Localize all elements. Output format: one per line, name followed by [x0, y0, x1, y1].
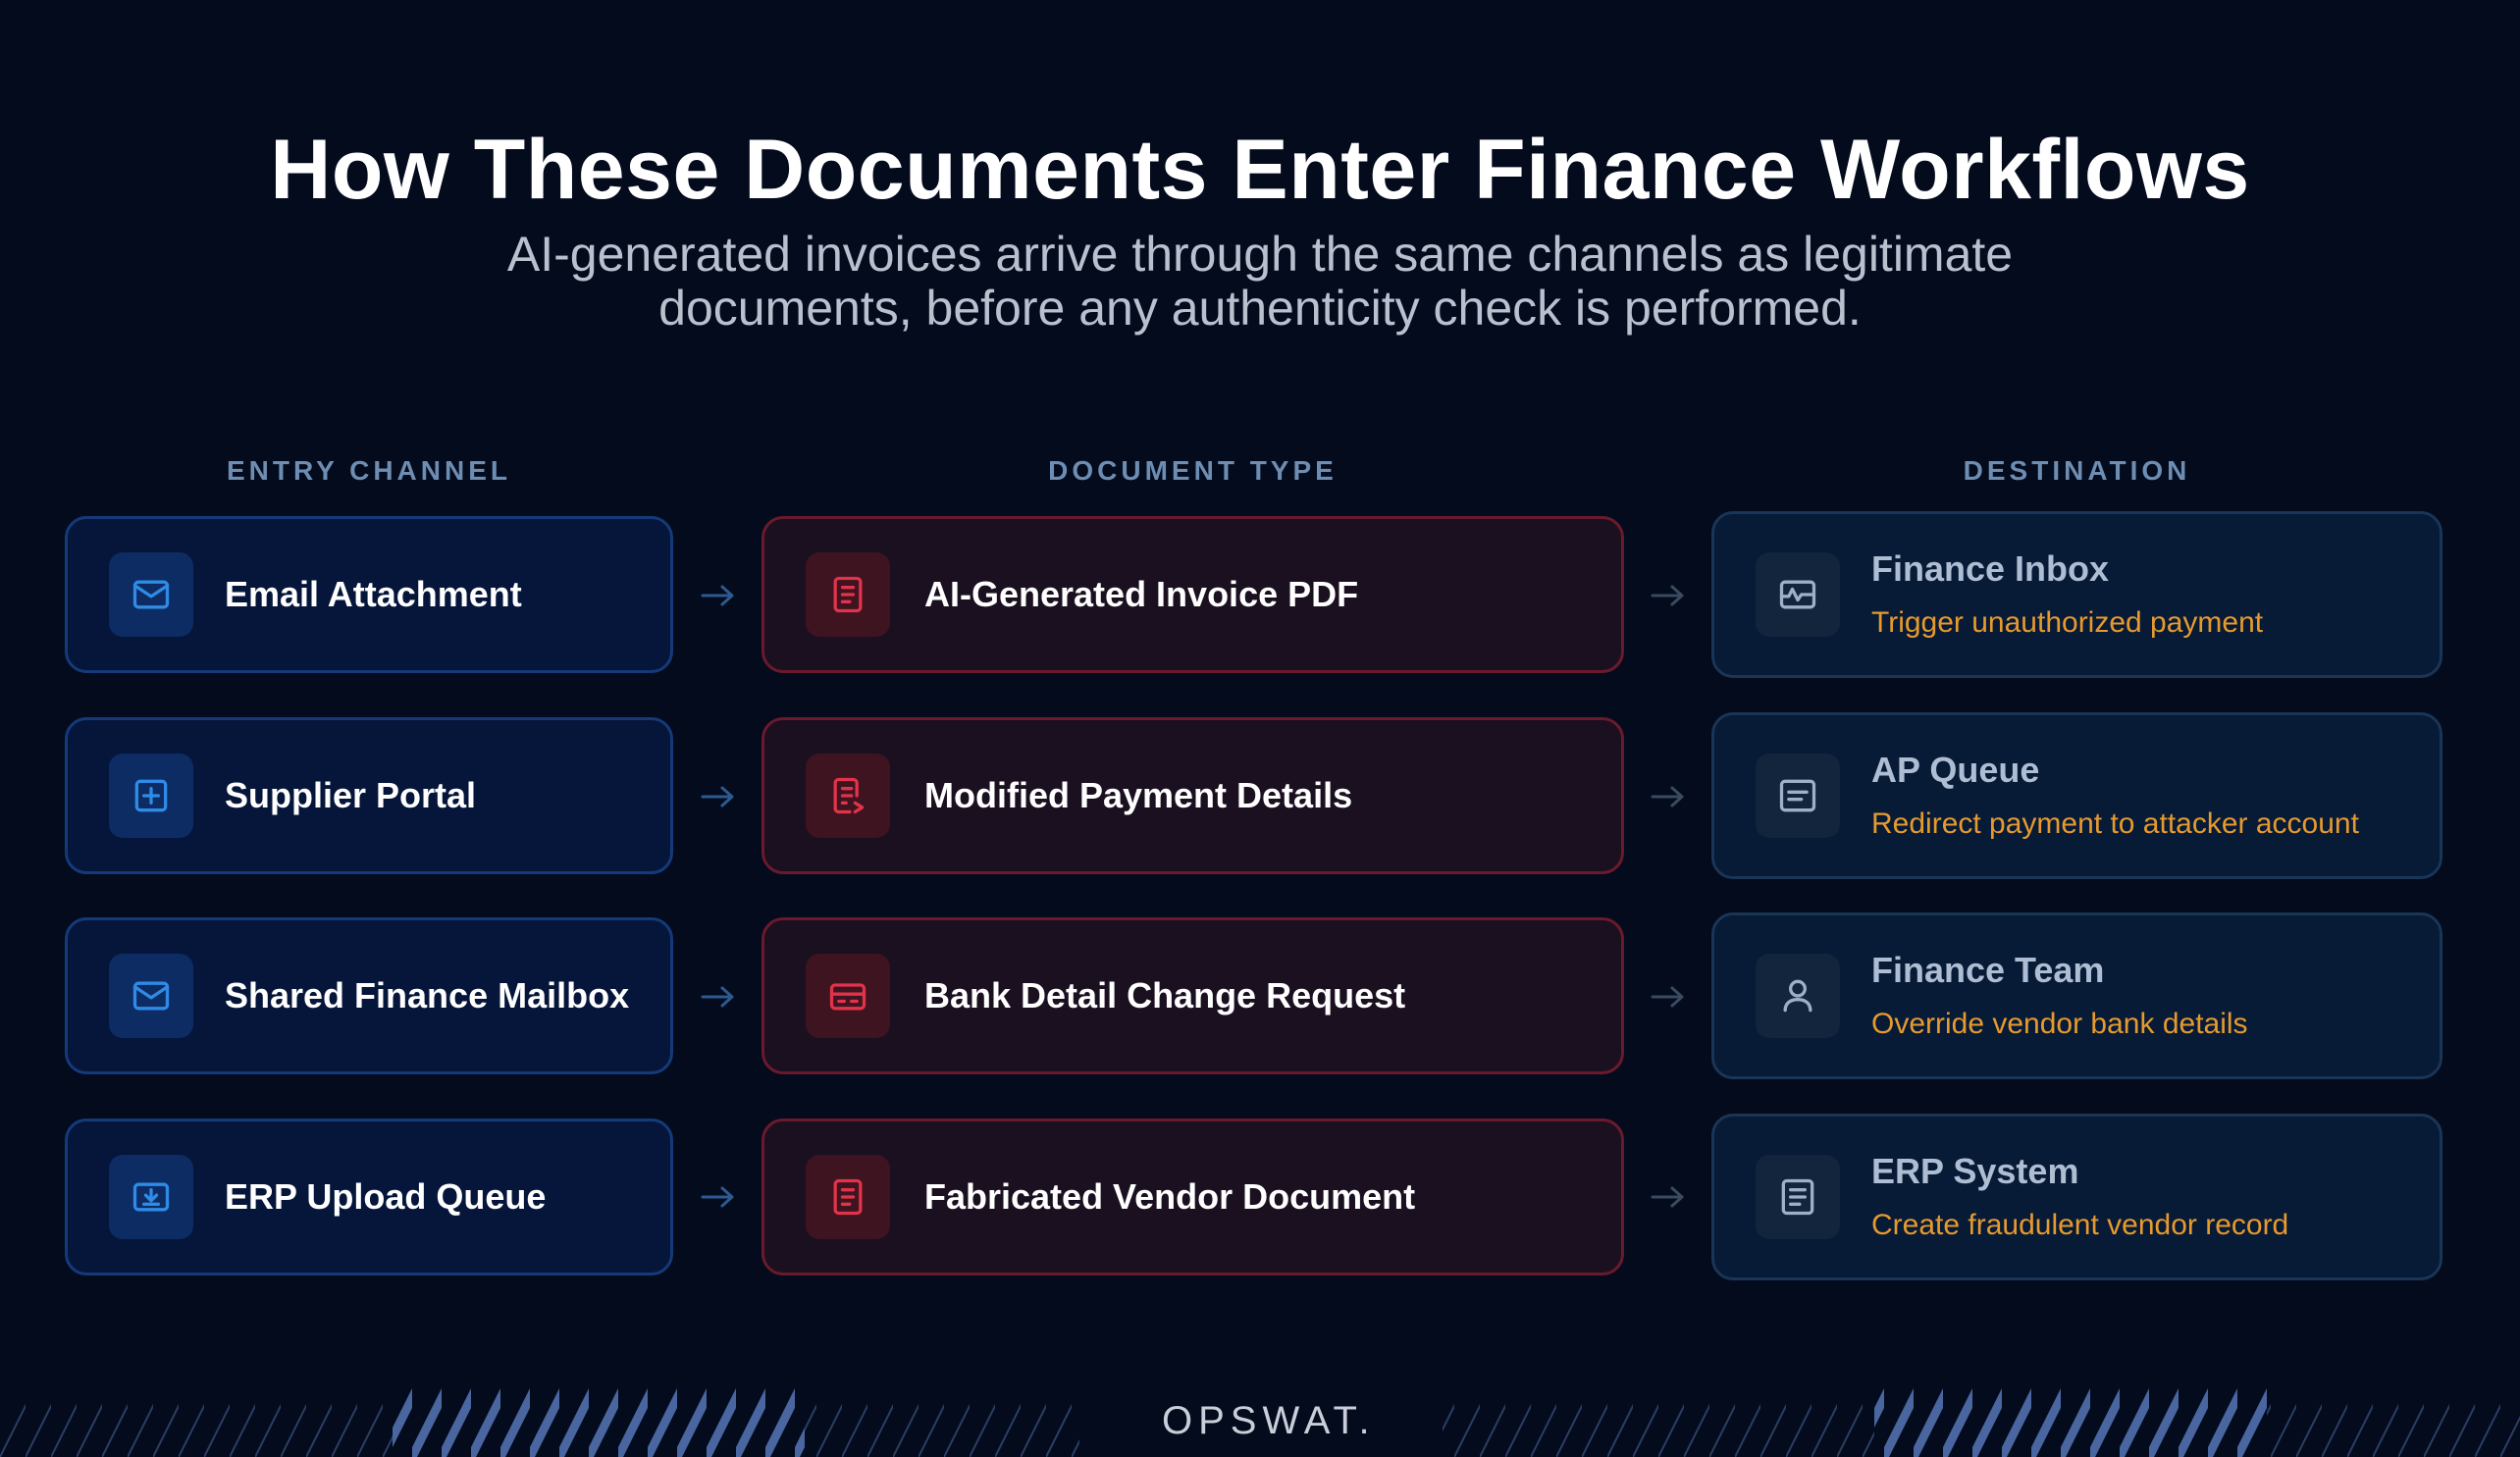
arrow-right-icon — [1651, 986, 1684, 1008]
portal-plus-icon — [109, 754, 193, 838]
list-document-icon — [1756, 1155, 1840, 1239]
page-subtitle: AI-generated invoices arrive through the… — [426, 228, 2094, 336]
entry-label: Email Attachment — [225, 574, 522, 614]
dest-subtitle: Override vendor bank details — [1871, 1008, 2248, 1040]
dest-title: ERP System — [1871, 1151, 2079, 1191]
entry-card-email-attachment: Email Attachment — [65, 516, 673, 673]
dest-card-ap-queue: AP Queue Redirect payment to attacker ac… — [1711, 712, 2442, 879]
dest-title: Finance Team — [1871, 950, 2105, 990]
dest-card-finance-team: Finance Team Override vendor bank detail… — [1711, 912, 2442, 1079]
dest-subtitle: Create fraudulent vendor record — [1871, 1209, 2289, 1241]
dest-card-erp-system: ERP System Create fraudulent vendor reco… — [1711, 1114, 2442, 1280]
envelope-icon — [109, 954, 193, 1038]
column-header-document-type: DOCUMENT TYPE — [1048, 455, 1338, 486]
page-title: How These Documents Enter Finance Workfl… — [270, 123, 2250, 217]
entry-card-shared-finance-mailbox: Shared Finance Mailbox — [65, 917, 673, 1074]
dest-card-finance-inbox: Finance Inbox Trigger unauthorized payme… — [1711, 511, 2442, 678]
doc-label: Fabricated Vendor Document — [924, 1176, 1416, 1217]
arrow-right-icon — [701, 986, 734, 1008]
subtitle-line-2: documents, before any authenticity check… — [658, 281, 1862, 336]
edited-document-icon — [806, 754, 890, 838]
arrow-right-icon — [1651, 1186, 1684, 1208]
doc-card-ai-generated-invoice: AI-Generated Invoice PDF — [761, 516, 1624, 673]
upload-tray-icon — [109, 1155, 193, 1239]
arrow-right-icon — [701, 786, 734, 807]
entry-label: Shared Finance Mailbox — [225, 975, 630, 1015]
doc-label: Modified Payment Details — [924, 775, 1353, 815]
entry-card-supplier-portal: Supplier Portal — [65, 717, 673, 874]
entry-label: Supplier Portal — [225, 775, 477, 815]
dest-subtitle: Trigger unauthorized payment — [1871, 606, 2264, 639]
envelope-icon — [109, 552, 193, 637]
entry-label: ERP Upload Queue — [225, 1176, 547, 1217]
inbox-icon — [1756, 552, 1840, 637]
dest-title: AP Queue — [1871, 750, 2040, 790]
dest-title: Finance Inbox — [1871, 548, 2110, 589]
credit-card-icon — [806, 954, 890, 1038]
document-icon — [806, 552, 890, 637]
column-header-destination: DESTINATION — [1963, 455, 2191, 486]
arrow-right-icon — [701, 1186, 734, 1208]
doc-card-modified-payment-details: Modified Payment Details — [761, 717, 1624, 874]
user-icon — [1756, 954, 1840, 1038]
header: How These Documents Enter Finance Workfl… — [0, 116, 2520, 336]
doc-label: AI-Generated Invoice PDF — [924, 574, 1359, 614]
doc-card-fabricated-vendor-document: Fabricated Vendor Document — [761, 1119, 1624, 1275]
arrow-right-icon — [701, 585, 734, 606]
entry-card-erp-upload-queue: ERP Upload Queue — [65, 1119, 673, 1275]
queue-icon — [1756, 754, 1840, 838]
arrow-right-icon — [1651, 786, 1684, 807]
doc-label: Bank Detail Change Request — [924, 975, 1406, 1015]
dest-subtitle: Redirect payment to attacker account — [1871, 807, 2359, 840]
opswat-logo: OPSWAT. — [1162, 1399, 1376, 1442]
arrow-right-icon — [1651, 585, 1684, 606]
column-header-entry-channel: ENTRY CHANNEL — [226, 455, 511, 486]
subtitle-line-1: AI-generated invoices arrive through the… — [506, 227, 2014, 282]
doc-card-bank-detail-change-request: Bank Detail Change Request — [761, 917, 1624, 1074]
document-icon — [806, 1155, 890, 1239]
